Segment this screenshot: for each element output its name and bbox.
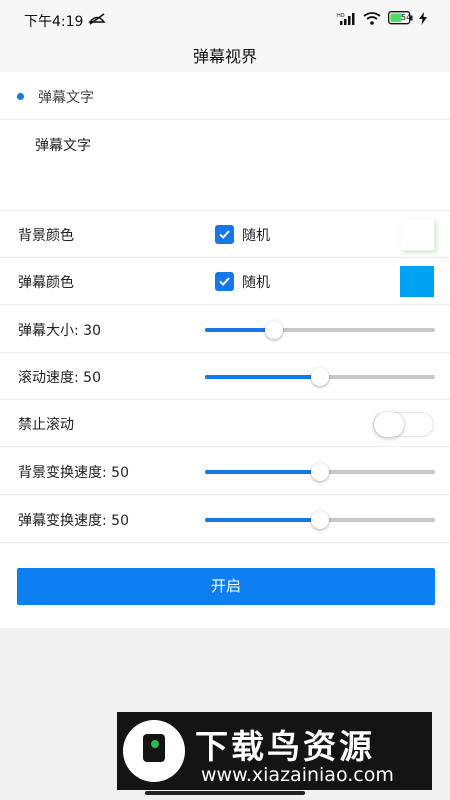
danmaku-size-row: 弹幕大小: 30 bbox=[0, 306, 450, 353]
scroll-speed-row: 滚动速度: 50 bbox=[0, 353, 450, 400]
slider-fill bbox=[205, 375, 320, 379]
status-bar: 下午4:19 HD 54 bbox=[0, 0, 450, 36]
battery-level: 54 bbox=[401, 13, 412, 22]
logo-eye bbox=[151, 740, 159, 748]
slider-thumb[interactable] bbox=[311, 511, 329, 529]
danmaku-color-row: 弹幕颜色 随机 bbox=[0, 258, 450, 305]
bg-change-speed-row: 背景变换速度: 50 bbox=[0, 448, 450, 495]
toggle-knob bbox=[374, 412, 404, 437]
danmaku-size-label: 弹幕大小: 30 bbox=[18, 323, 101, 339]
wifi-icon bbox=[363, 12, 381, 28]
bg-change-speed-label: 背景变换速度: 50 bbox=[18, 465, 129, 481]
danmaku-color-swatch[interactable] bbox=[400, 266, 434, 297]
watermark-url: www.xiazainiao.com bbox=[201, 764, 394, 786]
mute-notification-icon bbox=[88, 12, 106, 29]
slider-fill bbox=[205, 328, 274, 332]
danmaku-change-speed-slider[interactable] bbox=[205, 511, 435, 529]
tab-danmaku-text[interactable]: 弹幕文字 bbox=[0, 72, 450, 120]
danmaku-size-slider[interactable] bbox=[205, 321, 435, 339]
danmaku-color-label: 弹幕颜色 bbox=[18, 275, 74, 291]
start-button[interactable]: 开启 bbox=[17, 568, 435, 605]
watermark-logo bbox=[123, 720, 185, 782]
settings-card: 弹幕文字 弹幕文字 背景颜色 随机 弹幕颜色 随机 弹幕大小: 30 滚动速度:… bbox=[0, 72, 450, 628]
bg-color-swatch[interactable] bbox=[401, 219, 435, 251]
danmaku-random-checkbox[interactable] bbox=[215, 272, 234, 291]
title-bar: 弹幕视界 bbox=[0, 36, 450, 72]
scroll-speed-label: 滚动速度: 50 bbox=[18, 370, 101, 386]
check-icon bbox=[219, 230, 230, 239]
danmaku-random-label: 随机 bbox=[242, 275, 270, 291]
page-title: 弹幕视界 bbox=[192, 47, 257, 66]
signal-icon: HD bbox=[337, 12, 357, 28]
check-icon bbox=[219, 277, 230, 286]
danmaku-text-input[interactable]: 弹幕文字 bbox=[0, 120, 450, 211]
logo-bird-shape bbox=[143, 734, 165, 762]
stop-scroll-row: 禁止滚动 bbox=[0, 400, 450, 447]
bg-random-checkbox[interactable] bbox=[215, 225, 234, 244]
slider-thumb[interactable] bbox=[311, 463, 329, 481]
watermark-title: 下载鸟资源 bbox=[195, 727, 375, 766]
scroll-speed-slider[interactable] bbox=[205, 368, 435, 386]
tab-label: 弹幕文字 bbox=[38, 90, 94, 106]
charging-icon bbox=[419, 12, 427, 28]
bg-change-speed-slider[interactable] bbox=[205, 463, 435, 481]
danmaku-text-value: 弹幕文字 bbox=[35, 138, 91, 154]
bg-random-label: 随机 bbox=[242, 228, 270, 244]
svg-text:HD: HD bbox=[337, 13, 345, 19]
slider-thumb[interactable] bbox=[311, 368, 329, 386]
slider-thumb[interactable] bbox=[265, 321, 283, 339]
bg-color-row: 背景颜色 随机 bbox=[0, 211, 450, 258]
stop-scroll-label: 禁止滚动 bbox=[18, 417, 74, 433]
slider-fill bbox=[205, 518, 320, 522]
status-time: 下午4:19 bbox=[24, 14, 84, 30]
slider-fill bbox=[205, 470, 320, 474]
home-indicator[interactable] bbox=[145, 791, 305, 795]
danmaku-change-speed-label: 弹幕变换速度: 50 bbox=[18, 513, 129, 529]
watermark-banner: 下载鸟资源 www.xiazainiao.com bbox=[117, 712, 432, 790]
danmaku-change-speed-row: 弹幕变换速度: 50 bbox=[0, 496, 450, 543]
bg-color-label: 背景颜色 bbox=[18, 228, 74, 244]
tab-indicator-dot bbox=[17, 93, 24, 100]
stop-scroll-toggle[interactable] bbox=[373, 412, 434, 437]
